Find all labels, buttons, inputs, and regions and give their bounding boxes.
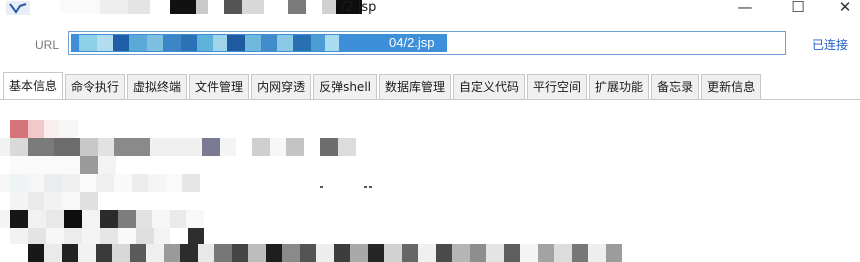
title-bar: /2.jsp — ☐ ✕ <box>0 0 860 20</box>
connection-status[interactable]: 已连接 <box>812 36 848 53</box>
basic-info-panel <box>0 100 860 262</box>
url-label: URL <box>35 38 60 52</box>
tab-bar: 基本信息 命令执行 虚拟终端 文件管理 内网穿透 反弹shell 数据库管理 自… <box>0 72 860 100</box>
redacted-line <box>0 174 200 192</box>
window-title: /2.jsp <box>341 0 377 15</box>
redacted-line <box>0 210 204 228</box>
tab-update-info[interactable]: 更新信息 <box>701 74 762 99</box>
url-input[interactable]: 04/2.jsp <box>68 31 786 55</box>
redacted-dot <box>320 186 323 188</box>
tab-memo[interactable]: 备忘录 <box>651 74 700 99</box>
maximize-button[interactable]: ☐ <box>778 0 818 18</box>
tab-virtual-terminal[interactable]: 虚拟终端 <box>127 74 188 99</box>
redacted-title-prefix <box>60 0 362 14</box>
redacted-line <box>0 156 116 174</box>
redacted-dot <box>369 186 372 188</box>
redacted-line <box>0 138 356 156</box>
tab-parallel-space[interactable]: 平行空间 <box>527 74 588 99</box>
tab-command-exec[interactable]: 命令执行 <box>65 74 126 99</box>
redacted-line <box>0 244 622 262</box>
url-value: 04/2.jsp <box>389 35 435 50</box>
redacted-line <box>0 192 98 210</box>
tab-intranet-tunnel[interactable]: 内网穿透 <box>251 74 312 99</box>
tab-reverse-shell[interactable]: 反弹shell <box>313 74 377 99</box>
tab-basic-info[interactable]: 基本信息 <box>3 72 64 99</box>
redacted-line <box>0 120 78 138</box>
tab-extensions[interactable]: 扩展功能 <box>589 74 650 99</box>
tab-file-manager[interactable]: 文件管理 <box>189 74 250 99</box>
redacted-dot <box>364 186 367 188</box>
tab-custom-code[interactable]: 自定义代码 <box>453 74 526 99</box>
redacted-url <box>79 35 339 51</box>
close-button[interactable]: ✕ <box>825 0 860 18</box>
app-icon <box>6 1 30 15</box>
tab-database-manager[interactable]: 数据库管理 <box>379 74 452 99</box>
minimize-button[interactable]: — <box>725 0 765 18</box>
